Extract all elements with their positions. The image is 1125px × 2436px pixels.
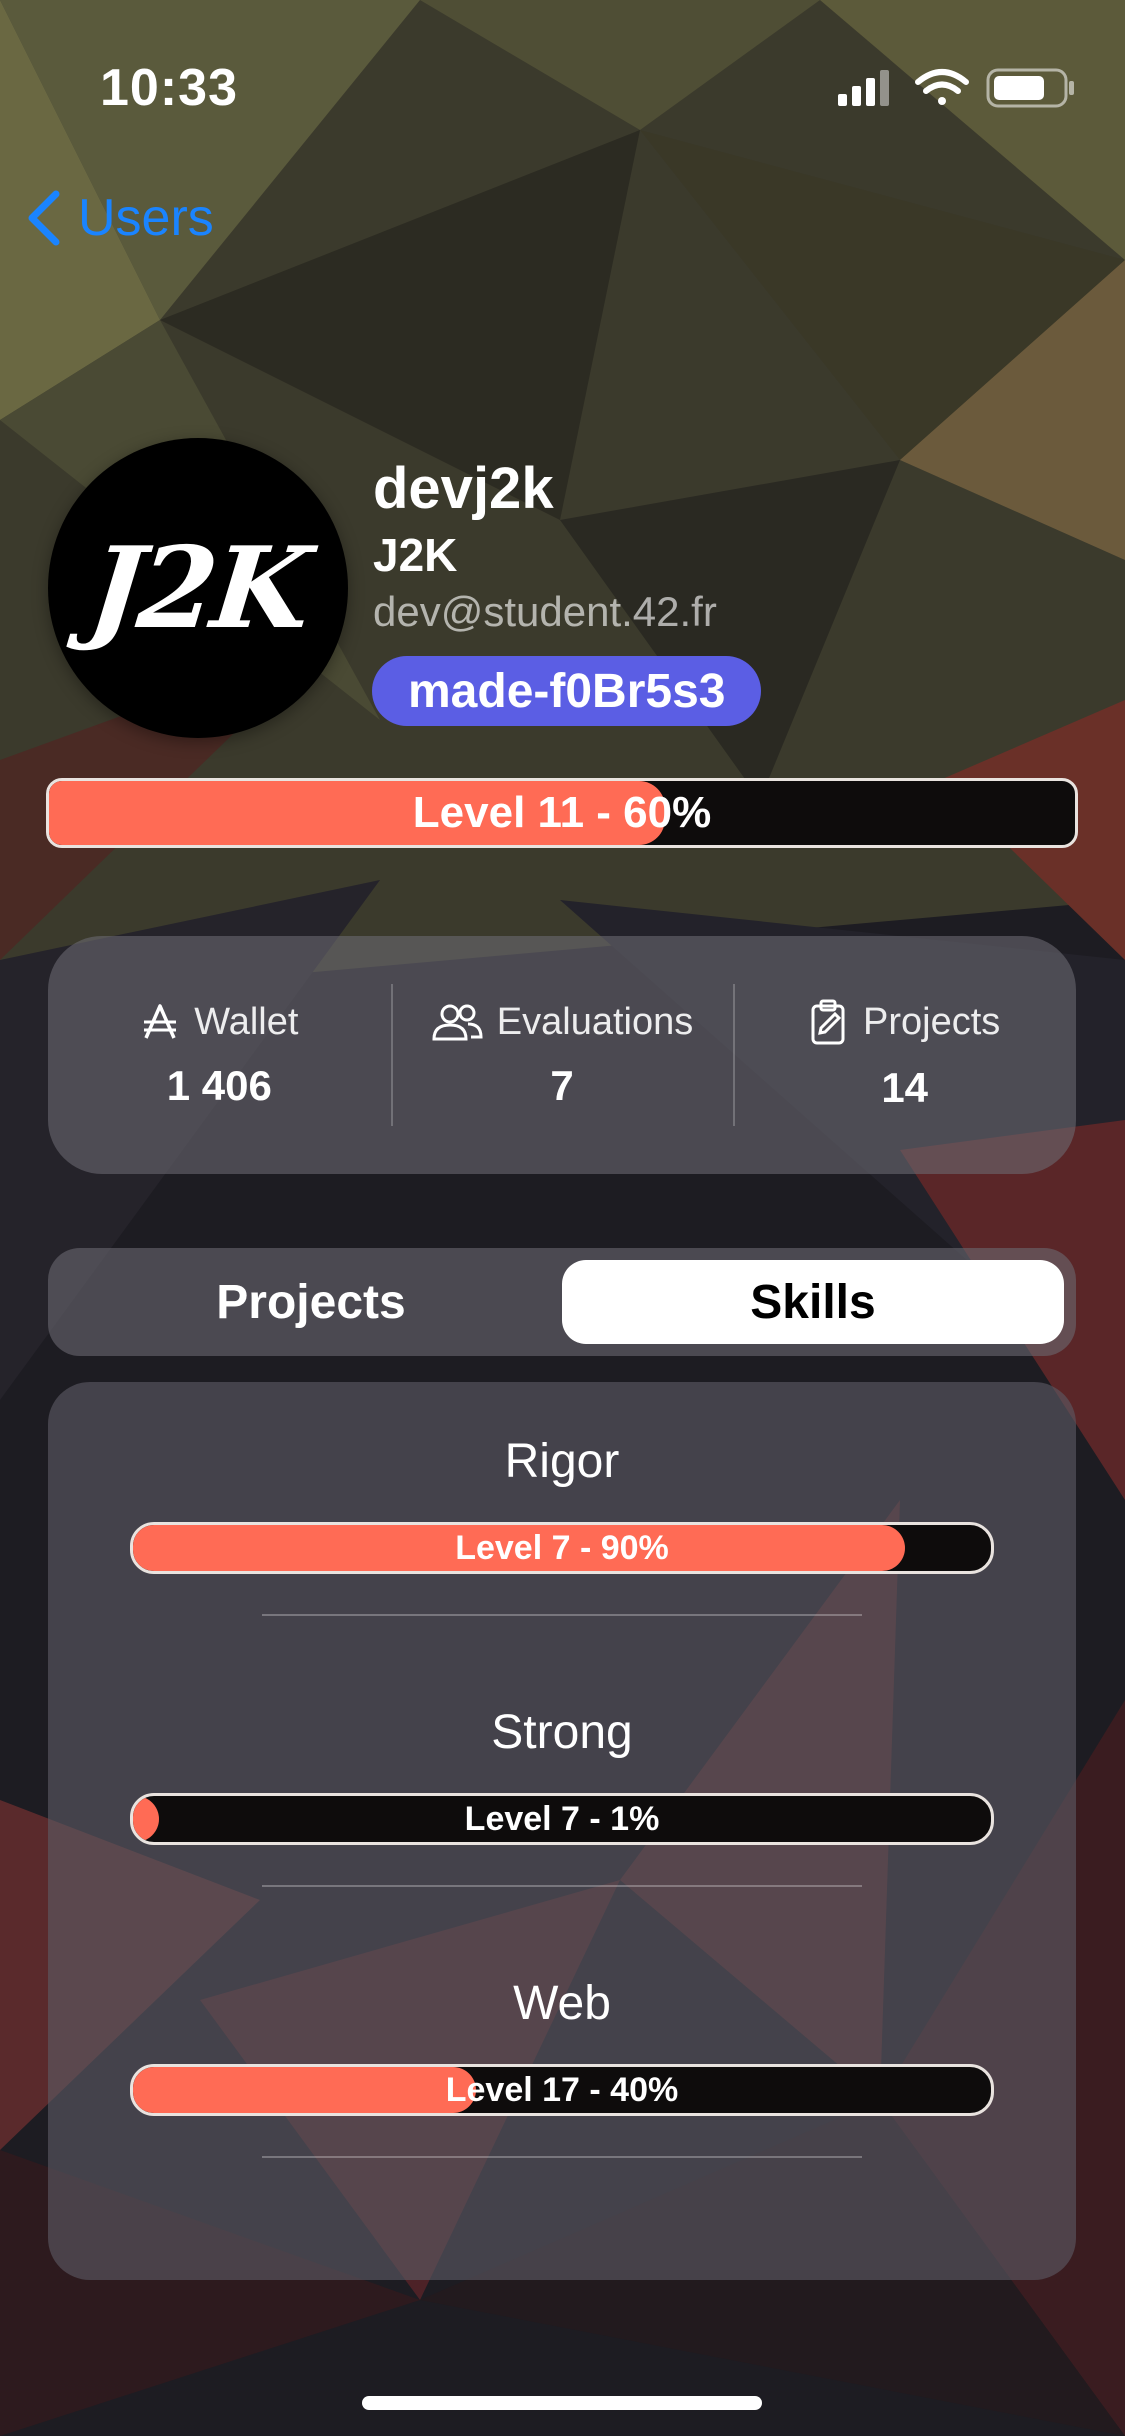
stats-card: Wallet 1 406 Evaluations 7 Projects 14	[48, 936, 1076, 1174]
stat-evaluations: Evaluations 7	[390, 936, 734, 1174]
skill-progress-bar: Level 7 - 90%	[130, 1522, 994, 1574]
back-button-label: Users	[78, 189, 214, 247]
stat-evaluations-label: Evaluations	[496, 1000, 694, 1043]
skill-name: Strong	[491, 1706, 633, 1759]
cellular-signal-icon	[838, 70, 889, 106]
divider	[262, 2156, 862, 2158]
currency-icon	[144, 1004, 177, 1039]
status-icons	[836, 66, 1076, 110]
user-login: devj2k	[373, 456, 554, 521]
clipboard-icon	[811, 999, 845, 1045]
skill-progress-bar: Level 17 - 40%	[130, 2064, 994, 2116]
stat-wallet-label: Wallet	[194, 1000, 299, 1043]
user-display-name: J2K	[373, 529, 458, 581]
skill-progress-label: Level 7 - 1%	[464, 1799, 660, 1838]
coalition-badge: made-f0Br5s3	[372, 656, 762, 726]
tab-switcher: Projects Skills	[48, 1248, 1076, 1356]
wifi-icon	[915, 69, 969, 105]
home-indicator[interactable]	[362, 2396, 762, 2410]
people-icon	[432, 1004, 483, 1041]
divider	[262, 1614, 862, 1616]
back-button[interactable]: Users	[24, 178, 214, 258]
stat-projects: Projects 14	[733, 936, 1076, 1174]
stat-projects-value: 14	[881, 1064, 929, 1111]
battery-icon	[986, 68, 1074, 108]
skill-progress-label: Level 17 - 40%	[445, 2070, 679, 2109]
status-time: 10:33	[100, 59, 238, 117]
stat-projects-label: Projects	[863, 1000, 1001, 1043]
skill-name: Web	[513, 1977, 611, 2030]
stat-wallet: Wallet 1 406	[48, 936, 391, 1174]
stat-evaluations-value: 7	[550, 1061, 574, 1109]
level-progress-bar: Level 11 - 60%	[46, 778, 1078, 848]
stat-wallet-value: 1 406	[166, 1061, 272, 1109]
tab-projects[interactable]: Projects	[60, 1260, 562, 1344]
avatar: J2K	[48, 438, 348, 738]
avatar-logo: J2K	[82, 522, 314, 654]
divider	[262, 1885, 862, 1887]
skill-name: Rigor	[504, 1435, 620, 1488]
skill-progress-label: Level 7 - 90%	[455, 1528, 669, 1567]
skill-progress-bar: Level 7 - 1%	[130, 1793, 994, 1845]
chevron-left-icon	[28, 190, 60, 246]
user-email: dev@student.42.fr	[373, 588, 717, 635]
tab-skills[interactable]: Skills	[562, 1260, 1064, 1344]
skills-card: Rigor Level 7 - 90% Strong Level 7 - 1% …	[48, 1382, 1076, 2280]
level-progress-label: Level 11 - 60%	[412, 788, 712, 837]
